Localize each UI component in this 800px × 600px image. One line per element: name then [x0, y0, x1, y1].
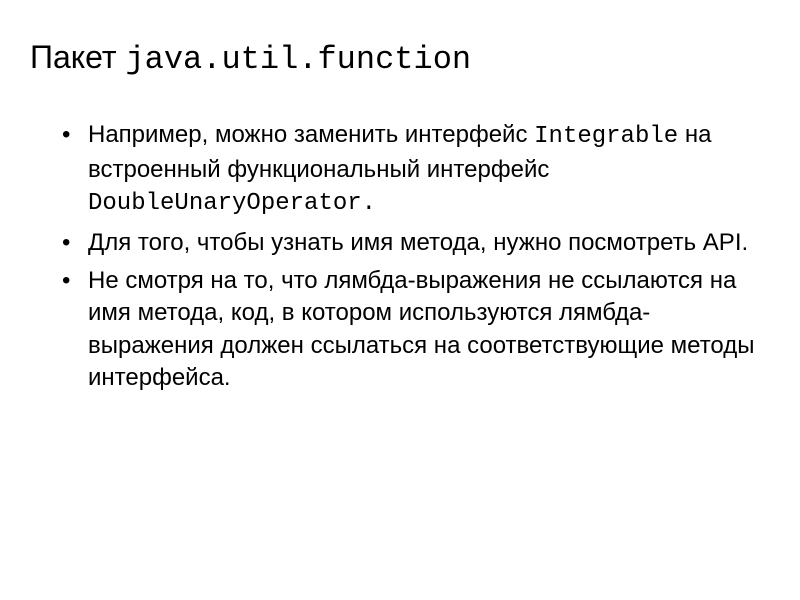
- text-span: Например, можно заменить интерфейс: [88, 121, 534, 148]
- list-item: Не смотря на то, что лямбда-выражения не…: [58, 265, 770, 395]
- slide-title: Пакет java.util.function: [30, 38, 770, 79]
- list-item: Например, можно заменить интерфейс Integ…: [58, 119, 770, 220]
- code-span: Integrable: [534, 123, 678, 150]
- slide-content: Например, можно заменить интерфейс Integ…: [30, 119, 770, 394]
- title-code: java.util.function: [125, 41, 471, 78]
- title-prefix: Пакет: [30, 39, 125, 75]
- text-span: Для того, чтобы узнать имя метода, нужно…: [88, 229, 748, 256]
- list-item: Для того, чтобы узнать имя метода, нужно…: [58, 227, 770, 259]
- slide: Пакет java.util.function Например, можно…: [0, 0, 800, 431]
- code-span: DoubleUnaryOperator.: [88, 190, 376, 217]
- text-span: Не смотря на то, что лямбда-выражения не…: [88, 267, 755, 391]
- bullet-list: Например, можно заменить интерфейс Integ…: [58, 119, 770, 394]
